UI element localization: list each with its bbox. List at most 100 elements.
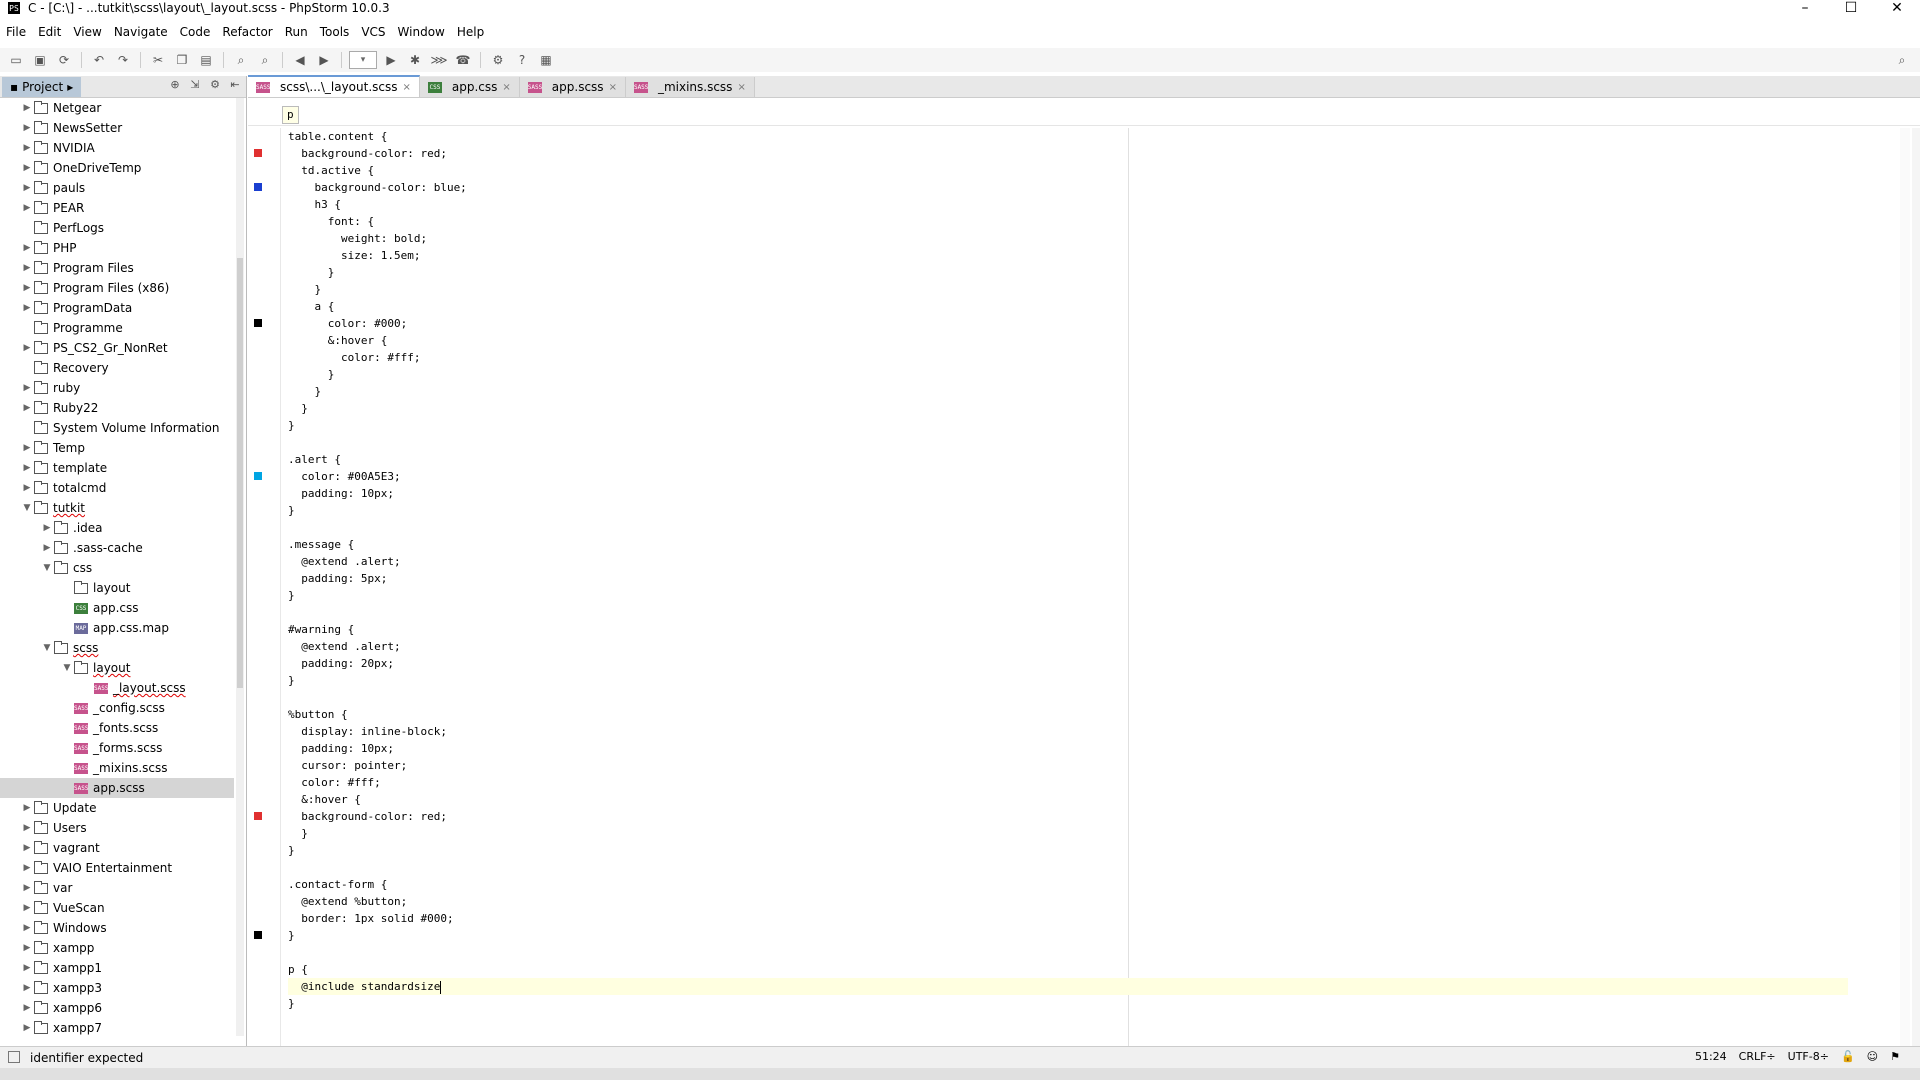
tree-item[interactable]: ▼ layout [0,658,234,678]
tree-item[interactable]: ▶ .idea [0,518,234,538]
code-line[interactable]: } [288,825,1848,842]
code-line[interactable]: color: #fff; [288,774,1848,791]
project-view-selector[interactable]: ▪ Project ▸ [2,76,82,97]
inspector-icon[interactable]: ☺ [1867,1050,1878,1063]
code-line[interactable]: a { [288,298,1848,315]
code-line[interactable]: } [288,587,1848,604]
color-swatch-icon[interactable] [254,472,262,480]
tree-item[interactable]: ▼ css [0,558,234,578]
code-line[interactable]: %button { [288,706,1848,723]
code-editor[interactable]: table.content { background-color: red; t… [248,128,1920,1046]
editor-tab[interactable]: SASS _mixins.scss × [625,77,755,97]
code-line[interactable]: background-color: red; [288,145,1848,162]
tree-item[interactable]: System Volume Information [0,418,234,438]
code-line[interactable]: background-color: blue; [288,179,1848,196]
menu-window[interactable]: Window [392,25,451,39]
code-line[interactable]: td.active { [288,162,1848,179]
undo-icon[interactable]: ↶ [89,50,109,70]
chevron-down-icon[interactable]: ▼ [40,643,54,653]
listen-debug-icon[interactable]: ☎ [453,50,473,70]
chevron-right-icon[interactable]: ▶ [20,1003,34,1013]
code-line[interactable]: &:hover { [288,332,1848,349]
chevron-right-icon[interactable]: ▶ [20,183,34,193]
chevron-down-icon[interactable]: ▼ [20,503,34,513]
color-swatch-icon[interactable] [254,183,262,191]
chevron-right-icon[interactable]: ▶ [20,383,34,393]
chevron-right-icon[interactable]: ▶ [40,543,54,553]
code-line[interactable]: table.content { [288,128,1848,145]
editor-gutter[interactable] [248,128,282,1046]
code-line[interactable]: padding: 20px; [288,655,1848,672]
chevron-right-icon[interactable]: ▶ [20,963,34,973]
color-swatch-icon[interactable] [254,319,262,327]
forward-icon[interactable]: ▶ [314,50,334,70]
chevron-right-icon[interactable]: ▶ [20,883,34,893]
color-swatch-icon[interactable] [254,149,262,157]
panel-splitter[interactable] [246,76,247,1046]
tree-item[interactable]: ▶ xampp3 [0,978,234,998]
tree-item[interactable]: ▶ .sass-cache [0,538,234,558]
chevron-right-icon[interactable]: ▶ [20,943,34,953]
code-line[interactable]: } [288,400,1848,417]
open-folder-icon[interactable]: ▭ [6,50,26,70]
tree-item[interactable]: ▶ Netgear [0,98,234,118]
tree-item[interactable]: SASS app.scss [0,778,234,798]
minimize-button[interactable]: – [1782,0,1828,16]
error-stripe[interactable] [1900,128,1910,1046]
tree-item[interactable]: ▶ Ruby22 [0,398,234,418]
debug-icon[interactable]: ✱ [405,50,425,70]
tree-item[interactable]: PerfLogs [0,218,234,238]
code-line[interactable]: } [288,842,1848,859]
tree-item[interactable]: ▶ NewsSetter [0,118,234,138]
editor-tab[interactable]: CSS app.css × [419,77,520,97]
chevron-down-icon[interactable]: ▼ [40,563,54,573]
back-icon[interactable]: ◀ [290,50,310,70]
code-line[interactable]: h3 { [288,196,1848,213]
tree-item[interactable]: ▶ PEAR [0,198,234,218]
code-line[interactable]: #warning { [288,621,1848,638]
code-line[interactable]: } [288,417,1848,434]
tree-item[interactable]: CSS app.css [0,598,234,618]
tree-item[interactable]: SASS _config.scss [0,698,234,718]
tree-item[interactable]: ▼ tutkit [0,498,234,518]
chevron-right-icon[interactable]: ▶ [20,303,34,313]
tree-item[interactable]: layout [0,578,234,598]
tree-item[interactable]: SASS _layout.scss [0,678,234,698]
code-area[interactable]: table.content { background-color: red; t… [288,128,1848,1012]
editor-tab[interactable]: SASS app.scss × [519,77,626,97]
code-line[interactable]: color: #fff; [288,349,1848,366]
chevron-right-icon[interactable]: ▶ [40,523,54,533]
chevron-right-icon[interactable]: ▶ [20,243,34,253]
tree-item[interactable]: ▶ Update [0,798,234,818]
redo-icon[interactable]: ↷ [113,50,133,70]
event-log-icon[interactable]: ⚑ [1890,1050,1900,1063]
scroll-from-source-icon[interactable]: ⊕ [168,78,182,91]
code-line[interactable]: } [288,281,1848,298]
chevron-right-icon[interactable]: ▶ [20,1023,34,1033]
synchronize-icon[interactable]: ⟳ [54,50,74,70]
tree-item[interactable]: ▶ xampp [0,938,234,958]
chevron-right-icon[interactable]: ▶ [20,123,34,133]
code-line[interactable]: padding: 10px; [288,740,1848,757]
code-line[interactable] [288,944,1848,961]
file-encoding[interactable]: UTF-8÷ [1788,1050,1829,1063]
code-line[interactable]: @include standardsize [288,978,1848,995]
tree-item[interactable]: ▶ xampp6 [0,998,234,1018]
chevron-right-icon[interactable]: ▶ [20,263,34,273]
code-line[interactable]: } [288,927,1848,944]
code-line[interactable] [288,519,1848,536]
tree-item[interactable]: ▶ PHP [0,238,234,258]
close-window-button[interactable]: ✕ [1874,0,1920,16]
code-line[interactable]: .alert { [288,451,1848,468]
menu-view[interactable]: View [67,25,107,39]
settings-icon[interactable]: ⚙ [488,50,508,70]
tree-item[interactable]: SASS _fonts.scss [0,718,234,738]
menu-edit[interactable]: Edit [32,25,67,39]
tree-item[interactable]: ▶ Windows [0,918,234,938]
chevron-down-icon[interactable]: ▼ [60,663,74,673]
menu-tools[interactable]: Tools [314,25,356,39]
tree-item[interactable]: ▶ totalcmd [0,478,234,498]
code-line[interactable]: &:hover { [288,791,1848,808]
tree-item[interactable]: ▶ NVIDIA [0,138,234,158]
code-line[interactable]: @extend .alert; [288,638,1848,655]
